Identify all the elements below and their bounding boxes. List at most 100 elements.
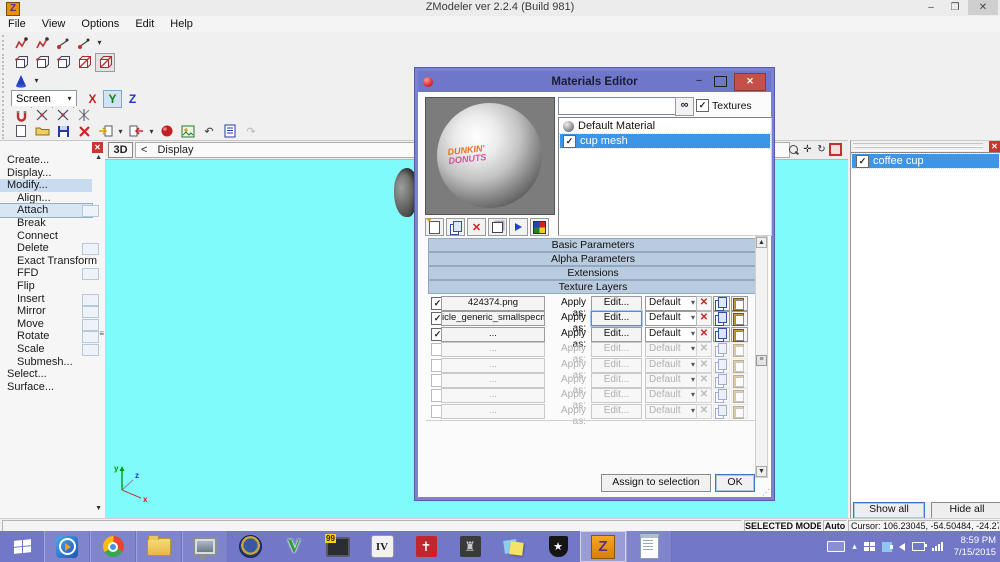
sidebar-item-insert[interactable]: Insert xyxy=(0,293,92,306)
tray-expand-icon[interactable]: ▴ xyxy=(852,541,857,552)
ok-button[interactable]: OK xyxy=(715,474,755,492)
paste-layer-button[interactable] xyxy=(731,296,748,311)
power-icon[interactable] xyxy=(912,542,925,551)
edit-layer-button[interactable]: Edit... xyxy=(591,327,642,342)
chevron-down-icon[interactable]: ▾ xyxy=(32,76,41,85)
layer-mode-select[interactable]: Default xyxy=(645,296,698,311)
paste-layer-button[interactable] xyxy=(731,311,748,326)
sidebar-close-icon[interactable]: ✕ xyxy=(92,142,103,153)
sidebar-item-modify[interactable]: Modify... xyxy=(0,179,92,192)
robot-game-taskbar-button[interactable]: ♜ xyxy=(448,531,492,562)
toolbar-grip[interactable] xyxy=(2,123,7,138)
sidebar-item-option-box[interactable] xyxy=(82,205,99,217)
sidebar-item-option-box[interactable] xyxy=(82,268,99,280)
orbit-tool-icon[interactable]: ↻ xyxy=(815,143,828,157)
import-options-icon[interactable]: ▾ xyxy=(116,127,125,136)
scroll-down-icon[interactable]: ▼ xyxy=(756,466,767,477)
textures-filter[interactable]: Textures xyxy=(696,99,752,112)
select-mode-1-button[interactable] xyxy=(11,33,31,52)
sidebar-item-option-box[interactable] xyxy=(82,319,99,331)
delete-material-button[interactable]: ✕ xyxy=(467,218,486,236)
zmodeler-taskbar-button[interactable]: Z xyxy=(580,531,626,562)
scroll-thumb[interactable]: ≡ xyxy=(756,355,767,366)
sidebar-item-attach[interactable]: Attach xyxy=(0,204,92,217)
sidebar-scroll-down-icon[interactable]: ▼ xyxy=(95,505,102,512)
menu-help[interactable]: Help xyxy=(162,16,201,32)
monitor-99-taskbar-button[interactable]: 99 xyxy=(316,531,360,562)
sidebar-item-connect[interactable]: Connect xyxy=(0,230,92,243)
preview-shape-button[interactable] xyxy=(488,218,507,236)
scene-panel-close-icon[interactable]: ✕ xyxy=(989,141,1000,152)
export-button[interactable] xyxy=(126,122,146,141)
touch-keyboard-icon[interactable] xyxy=(827,541,845,552)
texture-file-button[interactable]: icle_generic_smallspecmap. xyxy=(441,311,545,326)
textures-checkbox[interactable] xyxy=(696,99,709,112)
sidebar-item-option-box[interactable] xyxy=(82,243,99,255)
toolbar-grip[interactable] xyxy=(2,73,7,87)
scene-object-row[interactable]: coffee cup xyxy=(852,154,999,168)
visibility-checkbox[interactable] xyxy=(856,155,869,168)
rollup-alpha-parameters[interactable]: Alpha Parameters xyxy=(428,252,758,266)
window-close-button[interactable]: ✕ xyxy=(968,0,998,15)
file-explorer-taskbar-button[interactable] xyxy=(136,531,182,562)
log-window-button[interactable] xyxy=(220,122,240,141)
chevron-down-icon[interactable]: ▾ xyxy=(95,38,104,47)
copy-layer-button[interactable] xyxy=(713,296,730,311)
toolbar-grip[interactable] xyxy=(2,109,7,121)
sidebar-item-create[interactable]: Create... xyxy=(0,154,92,167)
select-mode-2-button[interactable] xyxy=(32,33,52,52)
sidebar-item-rotate[interactable]: Rotate xyxy=(0,330,92,343)
taskbar-clock[interactable]: 8:59 PM 7/15/2015 xyxy=(950,535,996,559)
sidebar-scroll-thumb[interactable]: ≡ xyxy=(99,329,104,338)
new-file-button[interactable] xyxy=(11,122,31,141)
start-button[interactable] xyxy=(0,531,44,562)
edit-layer-button[interactable]: Edit... xyxy=(591,311,642,326)
material-row[interactable]: Default Material xyxy=(560,119,770,133)
paste-layer-button[interactable] xyxy=(731,327,748,342)
rollup-extensions[interactable]: Extensions xyxy=(428,266,758,280)
remove-layer-button[interactable]: ✕ xyxy=(696,311,712,326)
copy-layer-button[interactable] xyxy=(713,311,730,326)
axis-y-button[interactable]: Y xyxy=(103,90,122,108)
primitive-cone-button[interactable] xyxy=(11,71,31,90)
hide-all-button[interactable]: Hide all xyxy=(931,502,1000,519)
redo-button[interactable]: ↷ xyxy=(241,122,261,141)
objects-level-button[interactable] xyxy=(74,53,94,72)
menu-view[interactable]: View xyxy=(34,16,74,32)
undo-button[interactable]: ↶ xyxy=(199,122,219,141)
vertices-level-button[interactable] xyxy=(11,53,31,72)
material-checkbox[interactable] xyxy=(563,135,576,148)
chrome-taskbar-button[interactable] xyxy=(90,531,136,562)
viewport-tab-3d[interactable]: 3D xyxy=(108,142,133,158)
sidebar-item-display[interactable]: Display... xyxy=(0,167,92,180)
save-file-button[interactable] xyxy=(53,122,73,141)
show-all-button[interactable]: Show all xyxy=(853,502,925,519)
toolbar-grip[interactable] xyxy=(2,35,7,51)
material-search-input[interactable] xyxy=(558,97,676,115)
menu-file[interactable]: File xyxy=(0,16,34,32)
sidebar-scroll-up-icon[interactable]: ▲ xyxy=(95,154,102,161)
zoom-tool-icon[interactable] xyxy=(787,143,800,157)
menu-options[interactable]: Options xyxy=(73,16,127,32)
media-player-taskbar-button[interactable] xyxy=(44,531,90,562)
copy-layer-button[interactable] xyxy=(713,327,730,342)
dialog-scrollbar[interactable]: ▲ ≡ ▼ xyxy=(755,236,768,478)
edit-layer-button[interactable]: Edit... xyxy=(591,296,642,311)
layer-mode-select[interactable]: Default xyxy=(645,327,698,342)
sticky-notes-taskbar-button[interactable] xyxy=(492,531,536,562)
gta-v-taskbar-button[interactable]: V xyxy=(272,531,316,562)
remove-layer-button[interactable]: ✕ xyxy=(696,327,712,342)
sidebar-item-option-box[interactable] xyxy=(82,294,99,306)
selected-level-button[interactable] xyxy=(95,53,115,72)
sidebar-item-exacttransform[interactable]: Exact Transform xyxy=(0,255,92,268)
volume-icon[interactable] xyxy=(899,543,905,551)
layer-mode-select[interactable]: Default xyxy=(645,311,698,326)
sidebar-item-option-box[interactable] xyxy=(82,331,99,343)
sidebar-item-option-box[interactable] xyxy=(82,344,99,356)
window-minimize-button[interactable]: – xyxy=(920,0,942,15)
palette-button[interactable] xyxy=(530,218,549,236)
axis-z-button[interactable]: Z xyxy=(123,90,142,108)
sidebar-item-align[interactable]: Align... xyxy=(0,192,92,205)
gta-iv-taskbar-button[interactable]: IV xyxy=(360,531,404,562)
sidebar-item-flip[interactable]: Flip xyxy=(0,280,92,293)
